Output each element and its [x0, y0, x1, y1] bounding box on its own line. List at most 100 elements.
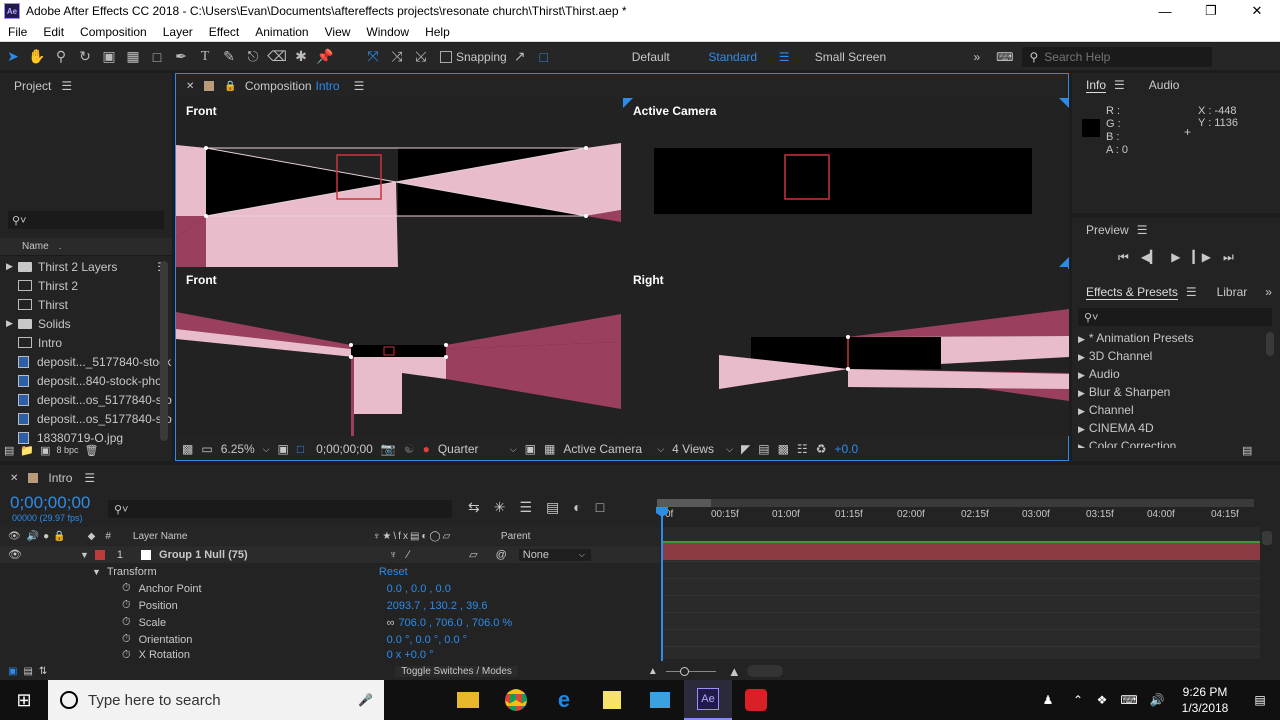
close-tab-icon[interactable]: ✕	[10, 473, 18, 484]
color-channel-icon[interactable]: ●	[423, 442, 430, 456]
roto-brush-tool-icon[interactable]: ✱	[290, 46, 312, 68]
first-frame-icon[interactable]: ⏮	[1118, 250, 1129, 265]
brush-tool-icon[interactable]: ✎	[218, 46, 240, 68]
windows-start-icon[interactable]: ⊞	[0, 680, 48, 720]
interpret-footage-icon[interactable]: ▤	[4, 444, 14, 457]
video-visibility-icon[interactable]: 👁	[8, 531, 21, 542]
panel-menu-icon[interactable]: ☰	[61, 79, 72, 93]
list-item[interactable]: ▶ Channel	[1078, 402, 1264, 420]
snap-grid-icon[interactable]: □	[533, 46, 555, 68]
menu-help[interactable]: Help	[417, 25, 458, 39]
property-value[interactable]: 0 x +0.0 °	[387, 649, 434, 661]
minimize-button[interactable]: —	[1142, 0, 1188, 22]
new-folder-icon[interactable]: 📁	[20, 444, 34, 457]
rectangle-tool-icon[interactable]: □	[146, 46, 168, 68]
libraries-tab[interactable]: Librar	[1217, 285, 1248, 299]
3d-layer-switch-icon[interactable]: ▱	[469, 548, 477, 561]
show-hidden-icons-icon[interactable]: ⌃	[1066, 680, 1090, 720]
control-panel-icon[interactable]	[636, 680, 684, 720]
timecode-display[interactable]: 0;00;00;00	[316, 442, 373, 456]
shy-switch-icon[interactable]: ♆	[389, 549, 397, 561]
panel-menu-icon[interactable]: ☰	[354, 79, 365, 93]
disclosure-arrow-icon[interactable]: ▶	[1078, 442, 1085, 448]
volume-icon[interactable]: 🔊	[1144, 680, 1170, 720]
fit-icon[interactable]: ▣	[278, 442, 289, 456]
draft-3d-icon[interactable]: ✳	[494, 499, 506, 516]
chevron-down-icon[interactable]: ⌵	[657, 444, 664, 455]
disclosure-arrow-icon[interactable]: ▶	[1078, 334, 1085, 344]
panel-menu-icon[interactable]: ☰	[1186, 285, 1197, 299]
flowchart-icon[interactable]: ☷	[797, 442, 808, 456]
keyboard-icon[interactable]: ⌨	[1114, 680, 1144, 720]
disclosure-arrow-icon[interactable]: ▶	[1078, 352, 1085, 362]
viewer-front-top[interactable]: Front	[176, 98, 621, 267]
resolution-dropdown[interactable]: Quarter	[438, 442, 502, 456]
timeline-tab-label[interactable]: Intro	[48, 471, 72, 485]
layer-switches-icon[interactable]: ▣	[8, 666, 17, 677]
project-column-header[interactable]: Name.	[0, 238, 172, 256]
menu-layer[interactable]: Layer	[155, 25, 201, 39]
viewer-active-camera[interactable]: Active Camera	[623, 98, 1069, 267]
show-snapshot-icon[interactable]: ☯	[404, 442, 415, 456]
info-tab[interactable]: Info	[1086, 78, 1107, 93]
zoom-out-icon[interactable]: ▲	[648, 666, 658, 677]
list-item[interactable]: deposit...os_5177840-sto	[0, 390, 172, 409]
lock-icon[interactable]: 🔒	[53, 531, 65, 542]
snapping-checkbox[interactable]	[440, 50, 452, 63]
people-icon[interactable]: ♟	[1030, 680, 1066, 720]
list-item[interactable]: ▶ 3D Channel	[1078, 348, 1264, 366]
search-help-input[interactable]	[1044, 49, 1195, 64]
list-item[interactable]: ▶ Color Correction	[1078, 438, 1264, 448]
snapshot-icon[interactable]: 📷	[381, 442, 396, 456]
list-item[interactable]: Thirst	[0, 295, 172, 314]
disclosure-arrow-icon[interactable]: ▼	[80, 550, 89, 560]
world-axis-icon[interactable]: ⤨	[386, 46, 408, 68]
exposure-value[interactable]: +0.0	[834, 442, 858, 456]
composition-tab-name[interactable]: Intro	[316, 79, 340, 93]
microphone-icon[interactable]: 🎤	[358, 693, 373, 707]
play-icon[interactable]: ▶	[1171, 250, 1180, 265]
workspace-default[interactable]: Default	[615, 50, 687, 64]
last-frame-icon[interactable]: ⏭	[1223, 250, 1234, 265]
list-item[interactable]: deposit...os_5177840-sto	[0, 409, 172, 428]
chevron-down-icon[interactable]: ⌵	[726, 444, 733, 455]
label-icon[interactable]: ◆	[88, 531, 96, 542]
stopwatch-icon[interactable]: ⏱	[122, 582, 131, 595]
timeline-icon[interactable]: ▩	[778, 442, 789, 456]
workspace-overflow-icon[interactable]: »	[973, 50, 980, 64]
local-axis-icon[interactable]: ⤧	[362, 46, 384, 68]
effects-search-input[interactable]	[1098, 309, 1259, 325]
project-search-input[interactable]	[26, 212, 147, 228]
property-value[interactable]: 0.0 °, 0.0 °, 0.0 °	[387, 634, 467, 646]
toggle-pixel-aspect-icon[interactable]: ◤	[741, 442, 750, 456]
preview-title[interactable]: Preview	[1086, 223, 1129, 237]
file-explorer-icon[interactable]	[444, 680, 492, 720]
close-button[interactable]: ✕	[1234, 0, 1280, 22]
list-item[interactable]: ▶ Solids	[0, 314, 172, 333]
pick-whip-icon[interactable]: @	[496, 549, 507, 561]
disclosure-arrow-icon[interactable]: ▶	[1078, 388, 1085, 398]
monitor-icon[interactable]: ▭	[201, 442, 212, 456]
layer-duration-bar[interactable]	[662, 543, 1260, 560]
dropbox-icon[interactable]: ❖	[1090, 680, 1114, 720]
panel-menu-icon[interactable]: ☰	[1114, 78, 1125, 92]
frame-blending-icon[interactable]: ▤	[546, 499, 559, 516]
current-time-indicator[interactable]	[661, 511, 663, 661]
new-preset-icon[interactable]: ▤	[1242, 444, 1252, 457]
parent-header[interactable]: Parent	[501, 531, 530, 542]
keyboard-shortcuts-icon[interactable]: ⌨	[996, 50, 1013, 64]
stopwatch-icon[interactable]: ⏱	[122, 633, 131, 646]
work-area-bar[interactable]	[657, 499, 1254, 507]
solo-icon[interactable]: ●	[43, 531, 49, 542]
menu-composition[interactable]: Composition	[72, 25, 155, 39]
motion-blur-icon[interactable]: ◐	[573, 499, 581, 516]
panel-menu-icon[interactable]: ☰	[1137, 223, 1148, 237]
toggle-transparency-icon[interactable]: ▦	[544, 442, 555, 456]
constrain-proportions-icon[interactable]: ∞	[387, 617, 395, 629]
in-out-icon[interactable]: ⇅	[39, 666, 47, 677]
view-layout-dropdown[interactable]: 4 Views	[672, 442, 718, 456]
zoom-in-icon[interactable]: ▲	[728, 664, 741, 679]
composition-tab-label[interactable]: Composition	[245, 79, 312, 93]
layer-name[interactable]: Group 1 Null (75)	[159, 549, 389, 561]
quality-switch-icon[interactable]: ∕	[407, 549, 409, 561]
